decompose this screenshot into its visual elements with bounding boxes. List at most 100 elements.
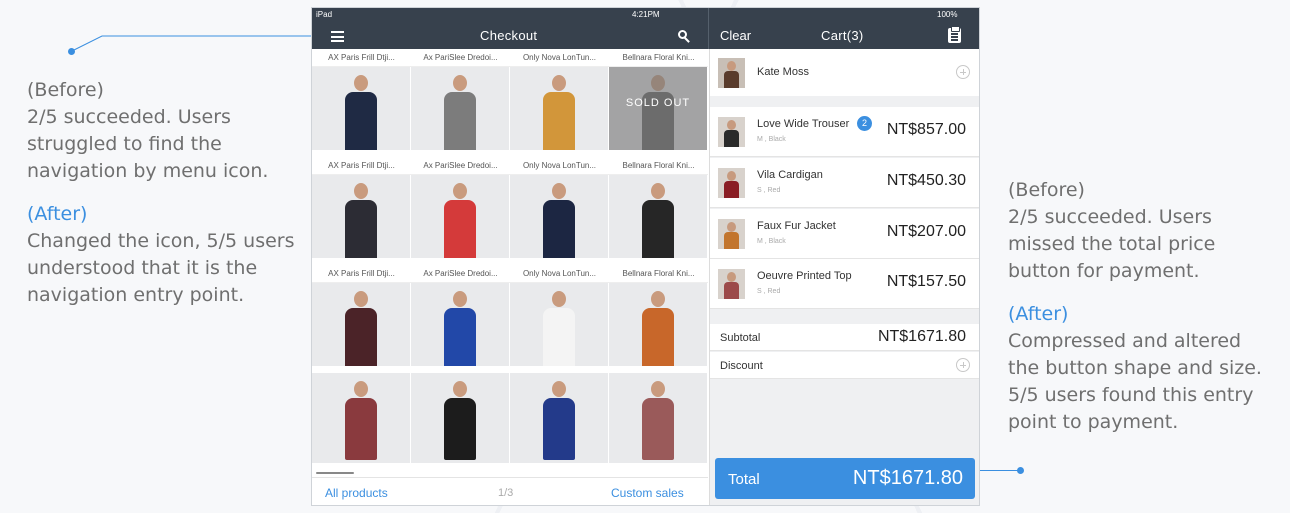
- product-photo: [510, 175, 609, 258]
- cart-item[interactable]: Faux Fur Jacket M , Black NT$207.00: [710, 209, 979, 259]
- left-connector-line: [71, 35, 328, 52]
- discount-row[interactable]: Discount: [710, 352, 979, 379]
- cart-item[interactable]: Oeuvre Printed Top S , Red NT$157.50: [710, 259, 979, 309]
- left-annotation: (Before) 2/5 succeeded. Users struggled …: [27, 77, 297, 309]
- left-after-label: (After): [27, 203, 88, 225]
- model-figure: [543, 381, 575, 460]
- scroll-indicator[interactable]: [316, 472, 354, 474]
- item-variant: S , Red: [757, 187, 781, 194]
- all-products-link[interactable]: All products: [325, 486, 388, 500]
- product-photo: [609, 283, 708, 366]
- product-card[interactable]: Ax PariSlee Dredoi...: [411, 265, 510, 366]
- left-before-line: struggled to find the: [27, 133, 222, 155]
- right-annotation: (Before) 2/5 succeeded. Users missed the…: [1008, 177, 1273, 436]
- product-name: Bellnara Floral Kni...: [609, 157, 708, 175]
- total-label: Total: [728, 471, 760, 488]
- plus-circle-icon[interactable]: [956, 358, 970, 372]
- status-time: 4:21PM: [632, 10, 660, 19]
- product-name: Ax PariSlee Dredoi...: [411, 265, 510, 283]
- right-after-line: the button shape and size.: [1008, 357, 1262, 379]
- nav-bar: Checkout Clear Cart(3): [312, 22, 979, 49]
- item-price: NT$207.00: [886, 223, 966, 240]
- right-connector-dot: [1017, 467, 1024, 474]
- item-thumbnail: [718, 168, 745, 198]
- nav-divider: [708, 8, 709, 49]
- plus-circle-icon[interactable]: [956, 65, 970, 79]
- model-figure: [444, 291, 476, 366]
- cart-item[interactable]: Love Wide Trouser M , Black NT$857.00 2: [710, 107, 979, 157]
- clipboard-icon[interactable]: [948, 26, 961, 43]
- customer-row[interactable]: Kate Moss: [710, 49, 979, 96]
- product-card[interactable]: [510, 373, 609, 463]
- product-card[interactable]: Bellnara Floral Kni...: [609, 265, 708, 366]
- status-bar: iPad 4:21PM 100%: [312, 8, 979, 22]
- model-figure: [345, 75, 377, 150]
- ipad-screen: iPad 4:21PM 100% Checkout Clear Cart(3) …: [311, 7, 980, 506]
- right-before-label: (Before): [1008, 179, 1085, 201]
- hamburger-menu-icon[interactable]: [331, 31, 344, 42]
- model-figure: [444, 183, 476, 258]
- model-figure: [444, 381, 476, 460]
- model-figure: [642, 291, 674, 366]
- item-name: Vila Cardigan: [757, 169, 823, 181]
- product-card[interactable]: [312, 373, 411, 463]
- product-card[interactable]: Bellnara Floral Kni...: [609, 157, 708, 258]
- product-card[interactable]: AX Paris Frill Dtji...: [312, 265, 411, 366]
- product-photo: [312, 175, 411, 258]
- product-card[interactable]: [411, 373, 510, 463]
- product-name: AX Paris Frill Dtji...: [312, 265, 411, 283]
- model-figure: [642, 183, 674, 258]
- product-grid: AX Paris Frill Dtji... Ax PariSlee Dredoi…: [312, 49, 708, 477]
- item-thumbnail: [718, 269, 745, 299]
- custom-sales-link[interactable]: Custom sales: [611, 486, 684, 500]
- item-variant: S , Red: [757, 288, 781, 295]
- total-pay-button[interactable]: Total NT$1671.80: [715, 458, 975, 499]
- product-name: Only Nova LonTun...: [510, 265, 609, 283]
- cart-item[interactable]: Vila Cardigan S , Red NT$450.30: [710, 158, 979, 208]
- clear-button[interactable]: Clear: [720, 28, 751, 43]
- left-before-line: 2/5 succeeded. Users: [27, 106, 231, 128]
- item-thumbnail: [718, 219, 745, 249]
- product-card[interactable]: Only Nova LonTun...: [510, 265, 609, 366]
- product-photo: [510, 67, 609, 150]
- item-name: Faux Fur Jacket: [757, 220, 836, 232]
- product-card[interactable]: AX Paris Frill Dtji...: [312, 49, 411, 150]
- model-figure: [345, 291, 377, 366]
- item-name: Love Wide Trouser: [757, 118, 850, 130]
- product-name: Only Nova LonTun...: [510, 49, 609, 67]
- product-name: Ax PariSlee Dredoi...: [411, 49, 510, 67]
- product-card[interactable]: Bellnara Floral Kni... SOLD OUT: [609, 49, 708, 150]
- product-card[interactable]: [609, 373, 708, 463]
- right-before-line: button for payment.: [1008, 260, 1200, 282]
- left-before-line: navigation by menu icon.: [27, 160, 269, 182]
- product-card[interactable]: Ax PariSlee Dredoi...: [411, 157, 510, 258]
- product-card[interactable]: Only Nova LonTun...: [510, 49, 609, 150]
- product-photo: [411, 373, 510, 463]
- item-variant: M , Black: [757, 136, 786, 143]
- product-card[interactable]: Ax PariSlee Dredoi...: [411, 49, 510, 150]
- status-device: iPad: [316, 10, 333, 19]
- product-photo: SOLD OUT: [609, 67, 708, 150]
- product-photo: [312, 67, 411, 150]
- subtotal-label: Subtotal: [720, 332, 761, 344]
- left-after-line: understood that it is the: [27, 257, 258, 279]
- page-indicator: 1/3: [498, 487, 514, 499]
- product-name: Only Nova LonTun...: [510, 157, 609, 175]
- product-photo: [411, 175, 510, 258]
- product-card[interactable]: Only Nova LonTun...: [510, 157, 609, 258]
- right-after-line: 5/5 users found this entry: [1008, 384, 1254, 406]
- subtotal-value: NT$1671.80: [877, 328, 966, 345]
- search-icon[interactable]: [678, 30, 690, 43]
- model-figure: [543, 291, 575, 366]
- product-card[interactable]: AX Paris Frill Dtji...: [312, 157, 411, 258]
- model-figure: [345, 183, 377, 258]
- model-figure: [642, 381, 674, 460]
- model-figure: [543, 183, 575, 258]
- item-price: NT$857.00: [886, 121, 966, 138]
- customer-avatar: [718, 58, 745, 88]
- product-photo: [510, 283, 609, 366]
- product-name: Bellnara Floral Kni...: [609, 49, 708, 67]
- right-before-line: 2/5 succeeded. Users: [1008, 206, 1212, 228]
- subtotal-row: Subtotal NT$1671.80: [710, 324, 979, 351]
- soldout-label: SOLD OUT: [625, 97, 691, 109]
